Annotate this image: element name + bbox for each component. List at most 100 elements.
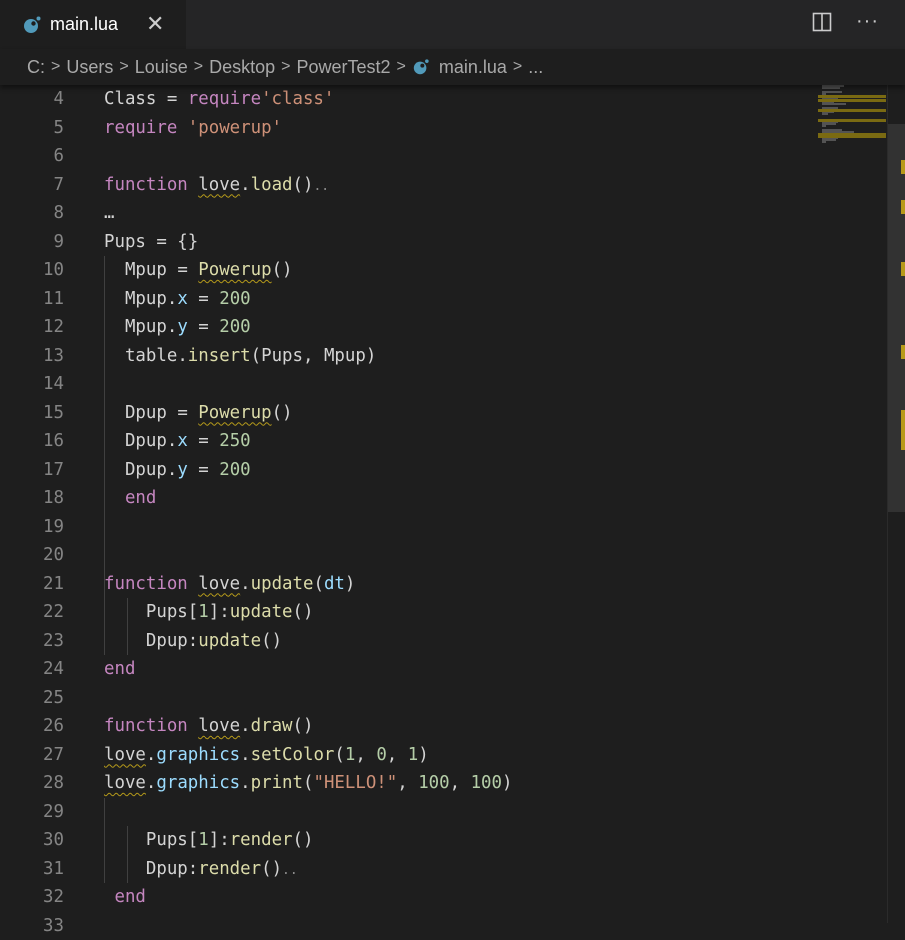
code-text: … [104, 199, 114, 228]
code-text: Pups = {} [104, 228, 198, 257]
line-number: 25 [0, 684, 64, 713]
minimap-line [822, 113, 828, 115]
code-line[interactable]: 24end [0, 655, 820, 684]
code-line[interactable]: 18 end [0, 484, 820, 513]
code-line[interactable]: 4 Class = require'class' [0, 85, 820, 114]
split-editor-icon[interactable] [812, 12, 832, 32]
code-line[interactable]: 21function love.update(dt) [0, 570, 820, 599]
code-text: end [104, 883, 146, 912]
minimap[interactable] [818, 85, 888, 155]
breadcrumb-item-users[interactable]: Users [66, 57, 113, 78]
minimap-warning-highlight [818, 109, 886, 112]
scrollbar-warning-marker [901, 160, 905, 174]
code-text: table.insert(Pups, Mpup) [104, 342, 376, 371]
line-number: 31 [0, 855, 64, 884]
scrollbar-warning-marker [901, 410, 905, 450]
code-line[interactable]: 9 Pups = {} [0, 228, 820, 257]
code-text: require 'powerup' [104, 114, 282, 143]
code-text: Dpup = Powerup() [104, 399, 293, 428]
line-number: 27 [0, 741, 64, 770]
scrollbar-warning-marker [901, 345, 905, 359]
chevron-right-icon: > [397, 58, 406, 76]
code-editor[interactable]: 4 Class = require'class'5require 'powerup… [0, 85, 905, 923]
code-text: end [104, 484, 156, 513]
code-text: function love.draw() [104, 712, 313, 741]
code-line[interactable]: 6 [0, 142, 820, 171]
code-text: Mpup.x = 200 [104, 285, 251, 314]
code-line[interactable]: 17 Dpup.y = 200 [0, 456, 820, 485]
breadcrumb-item-file[interactable]: main.lua [439, 57, 507, 78]
chevron-right-icon: > [194, 58, 203, 76]
line-number: 28 [0, 769, 64, 798]
breadcrumb-item-louise[interactable]: Louise [135, 57, 188, 78]
minimap-warning-highlight [818, 135, 886, 138]
code-line[interactable]: 15 Dpup = Powerup() [0, 399, 820, 428]
minimap-line [822, 141, 826, 143]
line-number: 29 [0, 798, 64, 827]
code-line[interactable]: 31 Dpup:render().. [0, 855, 820, 884]
code-text: love.graphics.print("HELLO!", 100, 100) [104, 769, 512, 798]
code-line[interactable]: 10 Mpup = Powerup() [0, 256, 820, 285]
code-text: Pups[1]:update() [104, 598, 313, 627]
scrollbar-warning-marker [901, 262, 905, 276]
code-text: love.graphics.setColor(1, 0, 1) [104, 741, 429, 770]
line-number: 21 [0, 570, 64, 599]
line-number: 15 [0, 399, 64, 428]
code-line[interactable]: 30 Pups[1]:render() [0, 826, 820, 855]
code-line[interactable]: 12 Mpup.y = 200 [0, 313, 820, 342]
line-number: 18 [0, 484, 64, 513]
tab-label: main.lua [50, 14, 118, 35]
chevron-right-icon: > [119, 58, 128, 76]
breadcrumb-item-drive[interactable]: C: [27, 57, 45, 78]
line-number: 9 [0, 228, 64, 257]
line-number: 4 [0, 85, 64, 114]
line-number: 20 [0, 541, 64, 570]
code-line[interactable]: 27 love.graphics.setColor(1, 0, 1) [0, 741, 820, 770]
code-text: Mpup.y = 200 [104, 313, 251, 342]
code-text: Dpup.x = 250 [104, 427, 251, 456]
code-line[interactable]: 16 Dpup.x = 250 [0, 427, 820, 456]
code-line[interactable]: 32 end [0, 883, 820, 912]
more-actions-icon[interactable]: ··· [856, 10, 879, 33]
breadcrumb-item-desktop[interactable]: Desktop [209, 57, 275, 78]
code-text: Dpup:update() [104, 627, 282, 656]
minimap-line [822, 125, 826, 127]
code-line[interactable]: 14 [0, 370, 820, 399]
folded-ellipsis-icon: .. [313, 179, 329, 194]
code-line[interactable]: 5require 'powerup' [0, 114, 820, 143]
tab-main-lua[interactable]: main.lua ✕ [0, 0, 186, 49]
code-line[interactable]: 8… [0, 199, 820, 228]
code-line[interactable]: 23 Dpup:update() [0, 627, 820, 656]
line-number: 23 [0, 627, 64, 656]
indent-guide [104, 798, 105, 884]
code-line[interactable]: 33 [0, 912, 820, 940]
code-line[interactable]: 25 [0, 684, 820, 713]
code-line[interactable]: 26 function love.draw() [0, 712, 820, 741]
code-line[interactable]: 20 [0, 541, 820, 570]
indent-guide [127, 826, 128, 883]
code-line[interactable]: 29 [0, 798, 820, 827]
code-line[interactable]: 28 love.graphics.print("HELLO!", 100, 100… [0, 769, 820, 798]
code-line[interactable]: 22 Pups[1]:update() [0, 598, 820, 627]
indent-guide [127, 598, 128, 655]
code-line[interactable]: 11 Mpup.x = 200 [0, 285, 820, 314]
indent-guide [104, 256, 105, 655]
scrollbar-thumb[interactable] [888, 124, 905, 512]
code-text: Class = require'class' [104, 85, 334, 114]
code-line[interactable]: 13 table.insert(Pups, Mpup) [0, 342, 820, 371]
code-line[interactable]: 19 [0, 513, 820, 542]
code-text: end [104, 655, 135, 684]
code-line[interactable]: 7function love.load().. [0, 171, 820, 200]
line-number: 19 [0, 513, 64, 542]
line-number: 30 [0, 826, 64, 855]
minimap-line [822, 103, 846, 105]
line-number: 33 [0, 912, 64, 940]
line-number: 22 [0, 598, 64, 627]
close-icon[interactable]: ✕ [146, 12, 164, 36]
code-text: Pups[1]:render() [104, 826, 313, 855]
chevron-right-icon: > [281, 58, 290, 76]
breadcrumb-item-symbols[interactable]: ... [528, 57, 543, 78]
breadcrumb-item-powertest2[interactable]: PowerTest2 [296, 57, 390, 78]
line-number: 8 [0, 199, 64, 228]
line-number: 26 [0, 712, 64, 741]
